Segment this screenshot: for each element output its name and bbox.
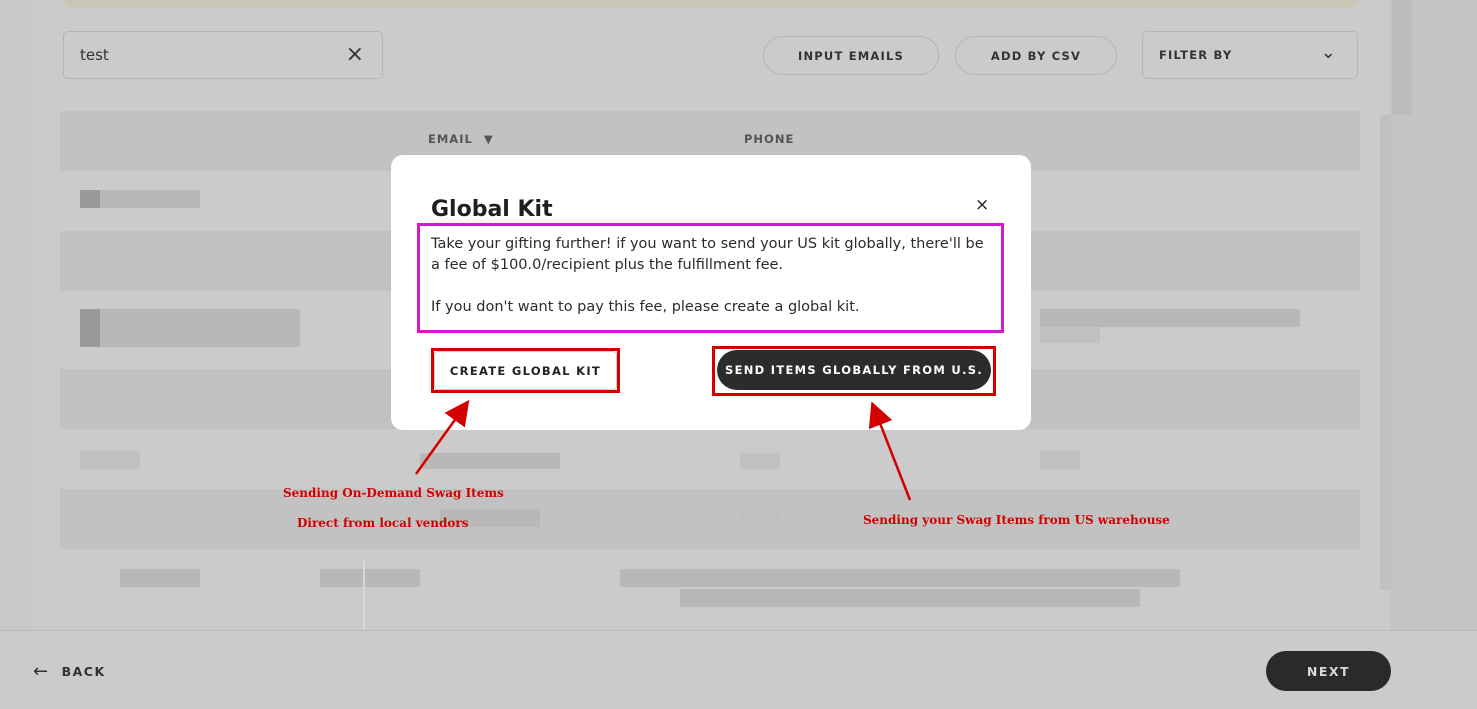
blurred-cell: [320, 569, 420, 587]
highlight-box-magenta: [417, 223, 1004, 333]
annotation-on-demand: Sending On-Demand Swag Items: [283, 486, 504, 500]
sort-down-icon: ▼: [483, 132, 494, 146]
input-emails-button[interactable]: INPUT EMAILS: [763, 36, 939, 75]
table-row[interactable]: [60, 561, 1360, 621]
scrollbar-track[interactable]: [1392, 0, 1412, 115]
search-input-value: test: [80, 46, 109, 64]
blurred-cell: [80, 451, 140, 469]
email-column-header[interactable]: EMAIL ▼: [428, 132, 494, 146]
blurred-cell: [120, 131, 200, 149]
phone-column-header[interactable]: PHONE: [744, 132, 794, 146]
blurred-cell: [1040, 309, 1300, 327]
blurred-cell: [120, 389, 160, 407]
top-banner: [64, 0, 1358, 8]
scrollbar-thumb[interactable]: [1380, 115, 1392, 590]
blurred-cell: [680, 589, 1140, 607]
highlight-box-create: [431, 348, 620, 393]
blurred-cell: [1040, 451, 1080, 469]
highlight-box-send: [712, 346, 996, 396]
blurred-cell: [1040, 327, 1100, 343]
back-button[interactable]: ← BACK: [33, 661, 106, 682]
chevron-down-icon: ⌄: [1320, 42, 1337, 63]
blurred-cell: [420, 453, 560, 469]
blurred-cell: [120, 251, 160, 269]
annotation-us-warehouse: Sending your Swag Items from US warehous…: [863, 513, 1170, 527]
close-icon[interactable]: ×: [346, 42, 364, 68]
email-header-label: EMAIL: [428, 132, 473, 146]
blurred-cell: [100, 309, 300, 347]
blurred-cell: [1040, 389, 1080, 407]
modal-title: Global Kit: [431, 197, 553, 222]
filter-by-select[interactable]: FILTER BY ⌄: [1142, 31, 1358, 79]
column-divider: [363, 560, 365, 630]
arrow-left-icon: ←: [33, 661, 50, 682]
blurred-cell: [740, 453, 780, 469]
blurred-cell: [120, 569, 200, 587]
blurred-cell: [80, 190, 100, 208]
blurred-cell: [80, 309, 100, 347]
close-icon[interactable]: ×: [975, 195, 989, 215]
footer-bar: ← BACK NEXT: [0, 630, 1477, 709]
search-input[interactable]: test ×: [63, 31, 383, 79]
blurred-cell: [740, 509, 780, 527]
blurred-cell: [620, 569, 1180, 587]
next-button[interactable]: NEXT: [1266, 651, 1391, 691]
filter-by-label: FILTER BY: [1159, 48, 1233, 62]
blurred-cell: [120, 509, 160, 527]
blurred-cell: [1040, 131, 1120, 149]
blurred-cell: [100, 190, 200, 208]
back-label: BACK: [61, 664, 106, 679]
right-rail: [1380, 0, 1477, 630]
add-by-csv-button[interactable]: ADD BY CSV: [955, 36, 1117, 75]
table-row[interactable]: [60, 431, 1360, 491]
annotation-local-vendors: Direct from local vendors: [297, 516, 469, 530]
